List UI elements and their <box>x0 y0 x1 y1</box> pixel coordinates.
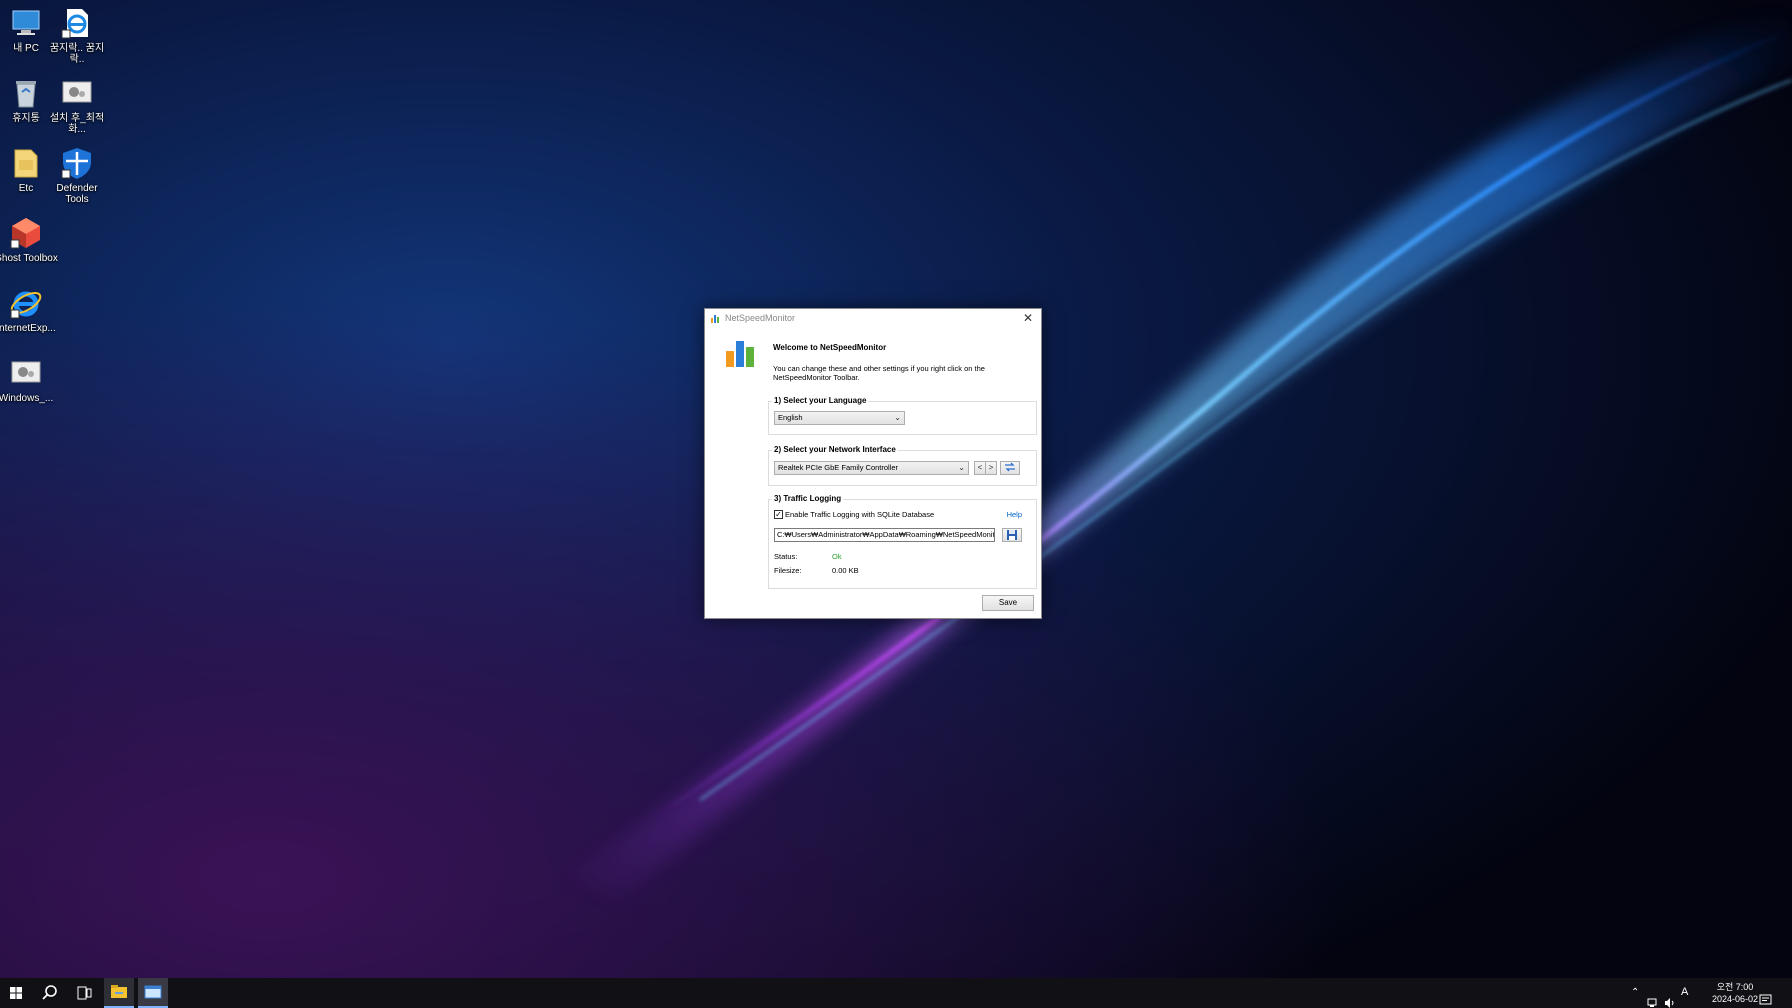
input-method-indicator[interactable]: A <box>1681 986 1688 1008</box>
chevron-down-icon: ⌄ <box>958 463 965 472</box>
notification-icon[interactable] <box>1759 986 1773 1008</box>
status-value: Ok <box>832 552 842 561</box>
enable-logging-checkbox[interactable]: ✓ <box>774 510 783 519</box>
taskbar: ⌃ A 오전 7:00 2024-06-02 <box>0 978 1792 1008</box>
computer-icon <box>9 6 43 40</box>
network-interface-group: 2) Select your Network Interface Realtek… <box>768 445 1037 486</box>
desktop-icon-label: InternetExp... <box>0 323 56 334</box>
dialog-title: NetSpeedMonitor <box>725 313 796 323</box>
netspeedmonitor-app-icon <box>711 315 719 323</box>
start-button[interactable] <box>0 978 32 1008</box>
chevron-down-icon: ⌄ <box>894 413 901 422</box>
database-path-input[interactable]: C:₩Users₩Administrator₩AppData₩Roaming₩N… <box>774 528 995 542</box>
volume-icon[interactable] <box>1664 988 1676 1008</box>
netspeedmonitor-logo-icon <box>726 341 754 367</box>
desktop-icon-defender-tools[interactable]: Defender Tools <box>45 146 109 205</box>
floppy-disk-icon <box>1007 530 1017 540</box>
language-select-value: English <box>778 413 803 422</box>
netspeedmonitor-dialog: NetSpeedMonitor ✕ Welcome to NetSpeedMon… <box>704 308 1042 619</box>
desktop-icon-optimize[interactable]: 설치 후_최적화... <box>45 76 109 135</box>
clock-time: 오전 7:00 <box>1716 982 1754 992</box>
windows-logo-icon <box>10 987 22 999</box>
desktop-icon-label: 설치 후_최적화... <box>49 113 105 135</box>
show-hidden-icons-chevron-up-icon[interactable]: ⌃ <box>1631 987 1639 1008</box>
desktop-icon-shortcut-1[interactable]: 꿈지락.. 꿈지락.. <box>45 6 109 65</box>
dialog-titlebar[interactable]: NetSpeedMonitor ✕ <box>705 309 1041 328</box>
save-database-button[interactable] <box>1002 528 1022 542</box>
save-button[interactable]: Save <box>982 595 1034 611</box>
logging-group-title: 3) Traffic Logging <box>772 494 844 503</box>
desktop-icon-label: Defender Tools <box>56 183 98 205</box>
next-interface-button[interactable]: > <box>985 461 997 475</box>
taskbar-netspeedmonitor[interactable] <box>138 978 168 1008</box>
taskbar-clock[interactable]: 오전 7:00 2024-06-02 <box>1712 981 1758 1005</box>
language-group: 1) Select your Language English ⌄ <box>768 396 1037 435</box>
status-label: Status: <box>774 552 798 561</box>
shield-icon <box>60 146 94 180</box>
desktop-icon-internet-explorer[interactable]: InternetExp... <box>0 286 58 334</box>
welcome-heading: Welcome to NetSpeedMonitor <box>773 343 887 352</box>
enable-logging-label[interactable]: Enable Traffic Logging with SQLite Datab… <box>785 510 934 519</box>
network-group-title: 2) Select your Network Interface <box>772 445 898 454</box>
clock-date: 2024-06-02 <box>1711 994 1758 1004</box>
recycle-bin-icon <box>9 76 43 110</box>
swap-arrows-icon <box>1005 462 1015 472</box>
task-view-button[interactable] <box>68 978 100 1008</box>
help-link[interactable]: Help <box>1007 510 1022 519</box>
network-interface-select[interactable]: Realtek PCIe GbE Family Controller ⌄ <box>774 461 969 475</box>
window-app-icon <box>144 985 162 999</box>
close-button[interactable]: ✕ <box>1015 309 1041 328</box>
intro-text: You can change these and other settings … <box>773 364 985 382</box>
language-group-title: 1) Select your Language <box>772 396 869 405</box>
internet-explorer-icon <box>9 286 43 320</box>
search-icon <box>42 985 57 1000</box>
desktop-icon-label: Windows_... <box>0 393 54 404</box>
desktop-icon-label: Ghost Toolbox <box>0 253 58 264</box>
traffic-logging-group: 3) Traffic Logging ✓ Enable Traffic Logg… <box>768 494 1037 589</box>
settings-shortcut-icon <box>60 76 94 110</box>
language-select[interactable]: English ⌄ <box>774 411 905 425</box>
network-select-value: Realtek PCIe GbE Family Controller <box>778 463 899 472</box>
file-explorer-icon <box>111 985 127 998</box>
desktop-icon-ghost-toolbox[interactable]: Ghost Toolbox <box>0 216 58 264</box>
settings-shortcut-icon <box>9 356 43 390</box>
filesize-label: Filesize: <box>774 566 802 575</box>
ghost-toolbox-icon <box>9 216 43 250</box>
desktop-icon-windows[interactable]: Windows_... <box>0 356 58 404</box>
folder-icon <box>9 146 43 180</box>
filesize-value: 0.00 KB <box>832 566 859 575</box>
refresh-interface-button[interactable] <box>1000 461 1020 475</box>
network-icon[interactable] <box>1647 988 1659 1008</box>
taskbar-file-explorer[interactable] <box>104 978 134 1008</box>
internet-shortcut-icon <box>60 6 94 40</box>
task-view-icon <box>77 986 92 1000</box>
search-button[interactable] <box>34 978 66 1008</box>
desktop-icon-label: 꿈지락.. 꿈지락.. <box>49 43 105 65</box>
